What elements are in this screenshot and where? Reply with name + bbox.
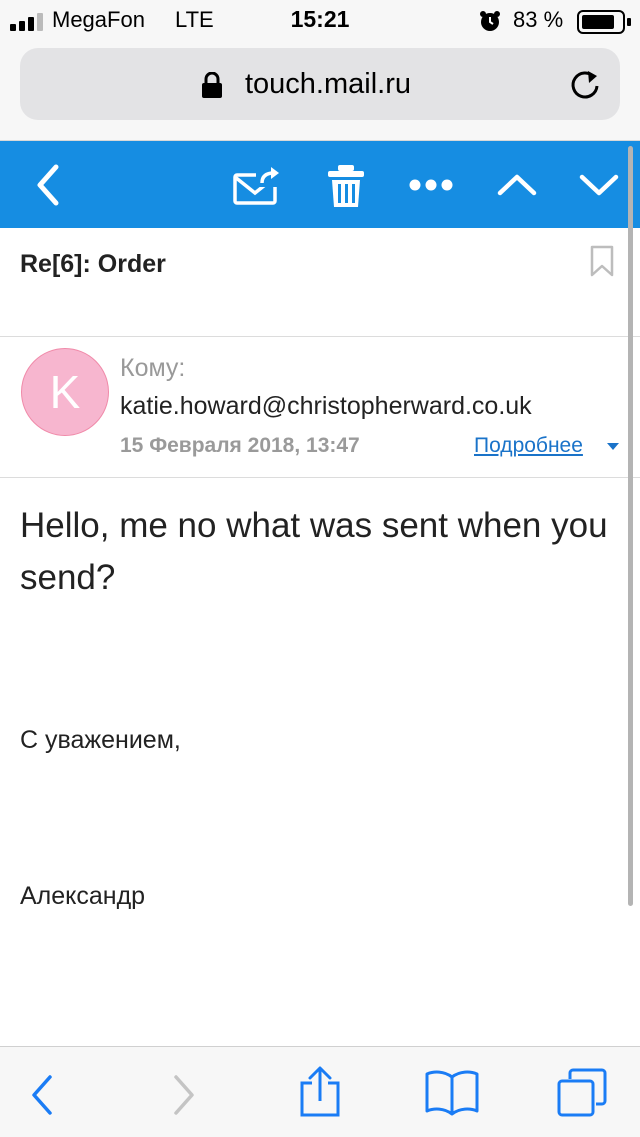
browser-address-area: touch.mail.ru [0,44,640,141]
url-text: touch.mail.ru [244,68,411,100]
battery-percent: 83 % [513,7,564,32]
prev-message-icon[interactable] [496,169,538,201]
message-subject: Re[6]: Order [20,250,166,278]
back-icon[interactable] [30,161,66,209]
browser-forward-icon[interactable] [168,1073,198,1117]
battery-icon [577,10,631,34]
reload-icon[interactable] [568,68,602,102]
more-icon[interactable] [408,177,454,193]
signature-greeting: С уважением, [20,726,181,754]
share-icon[interactable] [298,1065,342,1119]
bookmark-icon[interactable] [589,245,615,277]
browser-toolbar [0,1046,640,1137]
scrollbar[interactable] [628,146,633,906]
trash-icon[interactable] [326,163,366,209]
recipient-label: Кому: [120,354,186,382]
divider [0,336,640,337]
sent-date: 15 Февраля 2018, 13:47 [120,434,360,457]
tabs-icon[interactable] [556,1067,608,1119]
alarm-icon [480,11,500,31]
details-link[interactable]: Подробнее [474,434,583,458]
forward-mail-icon[interactable] [232,165,282,207]
bookmarks-icon[interactable] [424,1069,480,1117]
avatar: K [21,348,109,436]
status-bar: MegaFon LTE 15:21 83 % [0,0,640,44]
address-bar[interactable]: touch.mail.ru [20,48,620,120]
recipient-address[interactable]: katie.howard@christopherward.co.uk [120,392,532,421]
next-message-icon[interactable] [578,169,620,201]
divider [0,477,640,478]
mail-toolbar [0,141,640,228]
browser-back-icon[interactable] [28,1073,58,1117]
signature-name: Александр [20,882,146,910]
caret-down-icon[interactable] [607,443,619,450]
message-body: Hello, me no what was sent when you send… [20,506,608,597]
